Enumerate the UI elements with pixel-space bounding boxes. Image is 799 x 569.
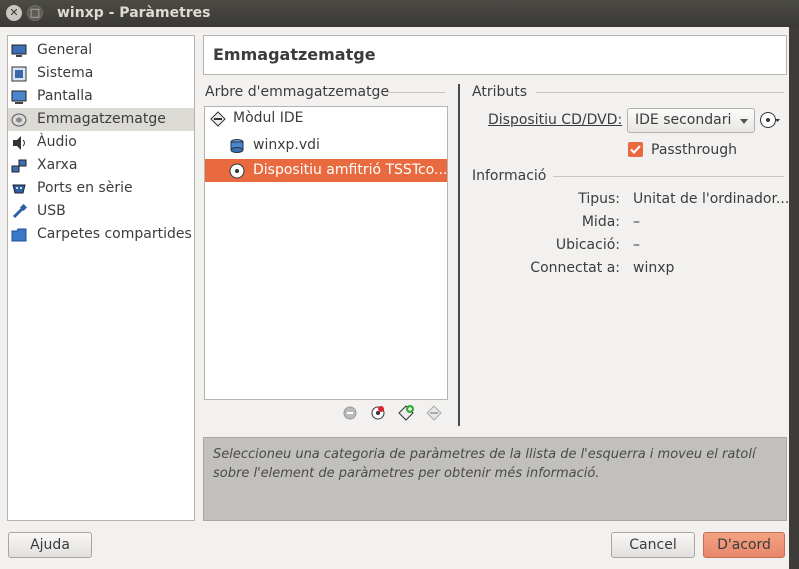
title-bar: ✕ □ winxp - Paràmetres — [0, 0, 799, 27]
sidebar-item-usb[interactable]: USB — [8, 200, 194, 223]
info-type-label: Tipus: — [578, 191, 620, 207]
network-icon — [11, 159, 27, 173]
info-connected-label: Connectat a: — [530, 260, 620, 276]
sidebar-item-pantalla[interactable]: Pantalla — [8, 85, 194, 108]
sidebar-item-emmagatzematge[interactable]: Emmagatzematge — [8, 108, 194, 131]
group-divider — [553, 176, 784, 177]
storage-tree-label: Arbre d'emmagatzematge — [205, 84, 390, 100]
chip-icon — [11, 66, 27, 82]
passthrough-checkbox[interactable] — [628, 142, 643, 157]
sidebar-item-label: Carpetes compartides — [37, 226, 192, 242]
window-title: winxp - Paràmetres — [57, 5, 211, 21]
sidebar-item-label: Pantalla — [37, 88, 93, 104]
folder-icon — [11, 228, 27, 242]
tree-item-winxp-vdi[interactable]: winxp.vdi — [205, 134, 447, 157]
info-size-value: – — [633, 214, 640, 230]
group-divider — [536, 92, 784, 93]
sidebar-item-ports-en-serie[interactable]: Ports en sèrie — [8, 177, 194, 200]
info-type-value: Unitat de l'ordinador... — [633, 191, 790, 207]
close-window-button[interactable]: ✕ — [6, 5, 22, 21]
cd-dvd-select-value: IDE secondari m — [635, 112, 735, 128]
information-label: Informació — [472, 168, 547, 184]
cd-dvd-select[interactable]: IDE secondari m — [627, 108, 755, 133]
checkmark-icon — [630, 145, 641, 154]
display-icon — [11, 90, 27, 104]
sidebar-item-label: Ports en sèrie — [37, 180, 133, 196]
attributes-label: Atributs — [472, 84, 528, 100]
help-hint-box: Seleccioneu una categoria de paràmetres … — [203, 437, 787, 521]
help-button[interactable]: Ajuda — [8, 532, 92, 558]
sidebar-item-general[interactable]: General — [8, 39, 194, 62]
tree-item-label: winxp.vdi — [253, 137, 320, 153]
passthrough-label: Passthrough — [651, 142, 737, 158]
add-attachment-icon[interactable] — [398, 404, 415, 421]
sidebar-item-label: Emmagatzematge — [37, 111, 166, 127]
chevron-down-icon — [740, 119, 748, 124]
tree-item-ide-controller[interactable]: Mòdul IDE — [205, 107, 447, 130]
tree-item-label: Dispositiu amfitrió TSSTco... — [253, 162, 448, 178]
ok-button[interactable]: D'acord — [703, 532, 785, 558]
sidebar-item-sistema[interactable]: Sistema — [8, 62, 194, 85]
add-optical-drive-icon[interactable] — [370, 404, 387, 421]
help-hint-text: Seleccioneu una categoria de paràmetres … — [213, 447, 756, 481]
remove-attachment-icon[interactable] — [426, 404, 443, 421]
disk-icon — [11, 113, 27, 127]
sidebar-item-carpetes-compartides[interactable]: Carpetes compartides — [8, 223, 194, 246]
page-title-text: Emmagatzematge — [213, 45, 376, 64]
settings-category-list: General Sistema Pantalla Emmagatzematge … — [7, 35, 195, 521]
storage-tree[interactable]: Mòdul IDE winxp.vdi Dispositiu amfitrió … — [204, 106, 448, 400]
sidebar-item-label: Sistema — [37, 65, 94, 81]
sidebar-item-label: General — [37, 42, 93, 58]
tree-item-label: Mòdul IDE — [233, 110, 304, 126]
page-title: Emmagatzematge — [203, 35, 787, 75]
maximize-window-button[interactable]: □ — [27, 5, 43, 21]
serial-port-icon — [12, 184, 26, 194]
pane-splitter[interactable] — [458, 84, 460, 426]
sidebar-item-label: USB — [37, 203, 66, 219]
monitor-icon — [11, 44, 27, 57]
info-connected-value: winxp — [633, 260, 675, 276]
info-location-value: – — [633, 237, 640, 253]
add-controller-icon[interactable] — [342, 404, 359, 421]
sidebar-item-label: Xarxa — [37, 157, 78, 173]
optical-disc-icon — [229, 163, 245, 179]
sidebar-item-audio[interactable]: Àudio — [8, 131, 194, 154]
controller-icon — [210, 111, 226, 127]
usb-icon — [12, 204, 27, 219]
speaker-icon — [13, 136, 25, 150]
desktop-background — [789, 27, 799, 569]
info-location-label: Ubicació: — [555, 237, 620, 253]
cd-dvd-label: Dispositiu CD/DVD: — [488, 112, 623, 128]
tree-item-host-drive[interactable]: Dispositiu amfitrió TSSTco... — [205, 159, 447, 182]
sidebar-item-xarxa[interactable]: Xarxa — [8, 154, 194, 177]
hard-disk-icon — [230, 139, 244, 153]
sidebar-item-label: Àudio — [37, 134, 77, 150]
cancel-button[interactable]: Cancel — [611, 532, 695, 558]
info-size-label: Mida: — [581, 214, 620, 230]
group-divider — [387, 92, 445, 93]
choose-disk-icon[interactable] — [759, 110, 781, 130]
